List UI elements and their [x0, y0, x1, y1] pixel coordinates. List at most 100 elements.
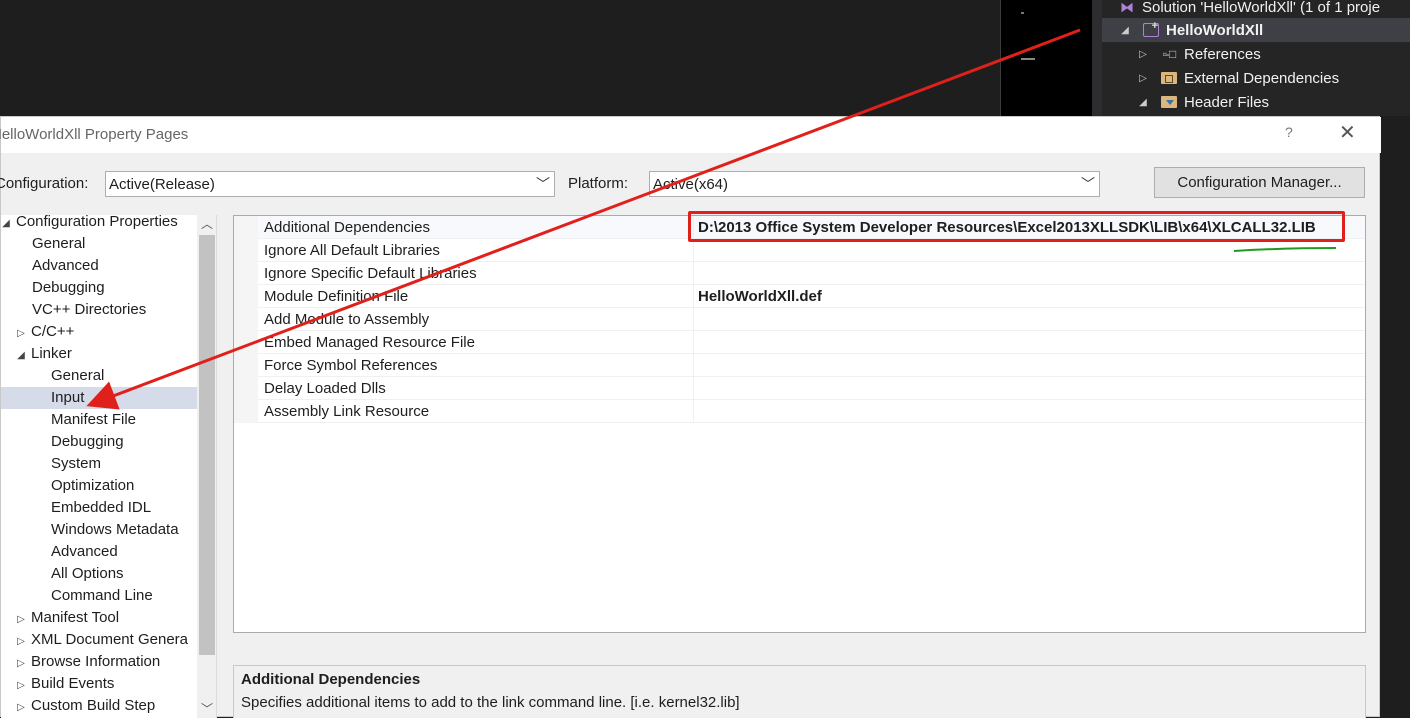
configuration-manager-button[interactable]: Configuration Manager... [1154, 167, 1365, 198]
expanded-arrow-icon[interactable]: ◢ [1136, 97, 1150, 108]
header-files-node[interactable]: ◢ Header Files [1102, 90, 1410, 114]
configuration-value: Active(Release) [109, 176, 215, 193]
tree-item[interactable]: ▷ XML Document Genera [1, 629, 197, 651]
expanded-arrow-icon[interactable]: ◢ [1, 215, 13, 235]
tree-item[interactable]: ▷ Build Events [1, 673, 197, 695]
tree-item[interactable]: Advanced [1, 541, 197, 563]
tree-item-label: Embedded IDL [51, 499, 152, 516]
tree-item[interactable]: Debugging [1, 277, 197, 299]
tree-item[interactable]: Command Line [1, 585, 197, 607]
minimap [1000, 0, 1092, 116]
tree-item[interactable]: Embedded IDL [1, 497, 197, 519]
chevron-down-icon: ﹀ [1081, 176, 1095, 192]
tree-item[interactable]: ◢ Linker [1, 343, 197, 365]
collapsed-arrow-icon[interactable]: ▷ [1136, 73, 1150, 84]
platform-label: Platform: [568, 175, 629, 192]
property-row[interactable]: Ignore All Default Libraries [234, 239, 1365, 262]
splitter[interactable] [1092, 0, 1102, 116]
tree-item[interactable]: Windows Metadata [1, 519, 197, 541]
tree-item-label: Linker [31, 345, 72, 362]
collapsed-arrow-icon[interactable]: ▷ [14, 609, 28, 631]
annotation-highlight-box [688, 211, 1345, 242]
property-value[interactable]: HelloWorldXll.def [698, 288, 822, 305]
column-divider[interactable] [693, 262, 694, 285]
collapsed-arrow-icon[interactable]: ▷ [14, 653, 28, 675]
references-label: References [1184, 45, 1261, 63]
solution-node[interactable]: ⧓ Solution 'HelloWorldXll' (1 of 1 proje [1118, 0, 1410, 19]
platform-value: Active(x64) [653, 176, 729, 193]
scrollbar-thumb[interactable] [199, 235, 215, 655]
tree-item-label: All Options [51, 565, 124, 582]
property-row[interactable]: Add Module to Assembly [234, 308, 1365, 331]
tree-item[interactable]: ▷ Custom Build Step [1, 695, 197, 717]
tree-item[interactable]: Advanced [1, 255, 197, 277]
property-name: Module Definition File [264, 288, 409, 305]
header-folder-icon [1160, 94, 1178, 110]
column-divider[interactable] [693, 308, 694, 331]
tree-item-label: Manifest Tool [31, 609, 120, 626]
property-name: Add Module to Assembly [264, 311, 430, 328]
tree-item-label: Debugging [32, 279, 105, 296]
platform-select[interactable]: Active(x64) ﹀ [649, 171, 1100, 197]
project-node[interactable]: ◢ HelloWorldXll [1102, 18, 1410, 42]
tree-item-label: C/C++ [31, 323, 75, 340]
expanded-arrow-icon[interactable]: ◢ [14, 345, 28, 367]
column-divider[interactable] [693, 239, 694, 262]
description-text: Specifies additional items to add to the… [241, 694, 740, 711]
external-deps-node[interactable]: ▷ External Dependencies [1102, 66, 1410, 90]
tree-item[interactable]: ▷ C/C++ [1, 321, 197, 343]
property-row[interactable]: Assembly Link Resource [234, 400, 1365, 423]
collapsed-arrow-icon[interactable]: ▷ [14, 323, 28, 345]
tree-item[interactable]: System [1, 453, 197, 475]
references-icon: ▫‐□ [1162, 47, 1176, 61]
collapsed-arrow-icon[interactable]: ▷ [14, 631, 28, 653]
property-name: Additional Dependencies [264, 219, 430, 236]
close-button[interactable]: ✕ [1339, 121, 1356, 145]
tree-item-label: General [51, 367, 105, 384]
tree-item-label: System [51, 455, 102, 472]
property-row[interactable]: Delay Loaded Dlls [234, 377, 1365, 400]
column-divider[interactable] [693, 354, 694, 377]
tree-item[interactable]: All Options [1, 563, 197, 585]
collapsed-arrow-icon[interactable]: ▷ [14, 697, 28, 718]
column-divider[interactable] [693, 331, 694, 354]
row-margin [234, 239, 258, 262]
tree-scrollbar[interactable]: ︿ ﹀ [197, 215, 216, 718]
collapsed-arrow-icon[interactable]: ▷ [1136, 49, 1150, 60]
collapsed-arrow-icon[interactable]: ▷ [14, 675, 28, 697]
tree-item[interactable]: ◢ Configuration Properties [1, 215, 197, 233]
tree-item[interactable]: ▷ Manifest Tool [1, 607, 197, 629]
tree-item[interactable]: Input [1, 387, 197, 409]
tree-item[interactable]: General [1, 233, 197, 255]
property-row[interactable]: Ignore Specific Default Libraries [234, 262, 1365, 285]
column-divider[interactable] [693, 400, 694, 423]
expanded-arrow-icon[interactable]: ◢ [1118, 25, 1132, 36]
property-name: Delay Loaded Dlls [264, 380, 386, 397]
tree-item-label: Command Line [51, 587, 153, 604]
tree-item-label: General [32, 235, 86, 252]
configuration-select[interactable]: Active(Release) ﹀ [105, 171, 555, 197]
tree-item[interactable]: Debugging [1, 431, 197, 453]
property-row[interactable]: Embed Managed Resource File [234, 331, 1365, 354]
property-grid: Additional Dependencies D:\2013 Office Sy… [233, 215, 1366, 633]
column-divider[interactable] [693, 377, 694, 400]
tree-item[interactable]: Optimization [1, 475, 197, 497]
row-margin [234, 400, 258, 423]
tree-item[interactable]: ▷ Browse Information [1, 651, 197, 673]
tree-item[interactable]: VC++ Directories [1, 299, 197, 321]
references-node[interactable]: ▷ ▫‐□ References [1102, 42, 1410, 66]
column-divider[interactable] [693, 285, 694, 308]
dialog-titlebar: HelloWorldXll Property Pages ? ✕ [0, 117, 1381, 153]
tree-item-label: Build Events [31, 675, 115, 692]
help-button[interactable]: ? [1285, 124, 1293, 140]
tree-item[interactable]: Manifest File [1, 409, 197, 431]
description-panel: Additional Dependencies Specifies additi… [233, 665, 1366, 718]
property-row[interactable]: Force Symbol References [234, 354, 1365, 377]
row-margin [234, 354, 258, 377]
tree-item[interactable]: General [1, 365, 197, 387]
scroll-up-icon[interactable]: ︿ [197, 215, 216, 233]
description-title: Additional Dependencies [241, 671, 421, 688]
header-files-label: Header Files [1184, 93, 1270, 111]
scroll-down-icon[interactable]: ﹀ [197, 700, 216, 718]
property-row[interactable]: Module Definition File HelloWorldXll.def [234, 285, 1365, 308]
